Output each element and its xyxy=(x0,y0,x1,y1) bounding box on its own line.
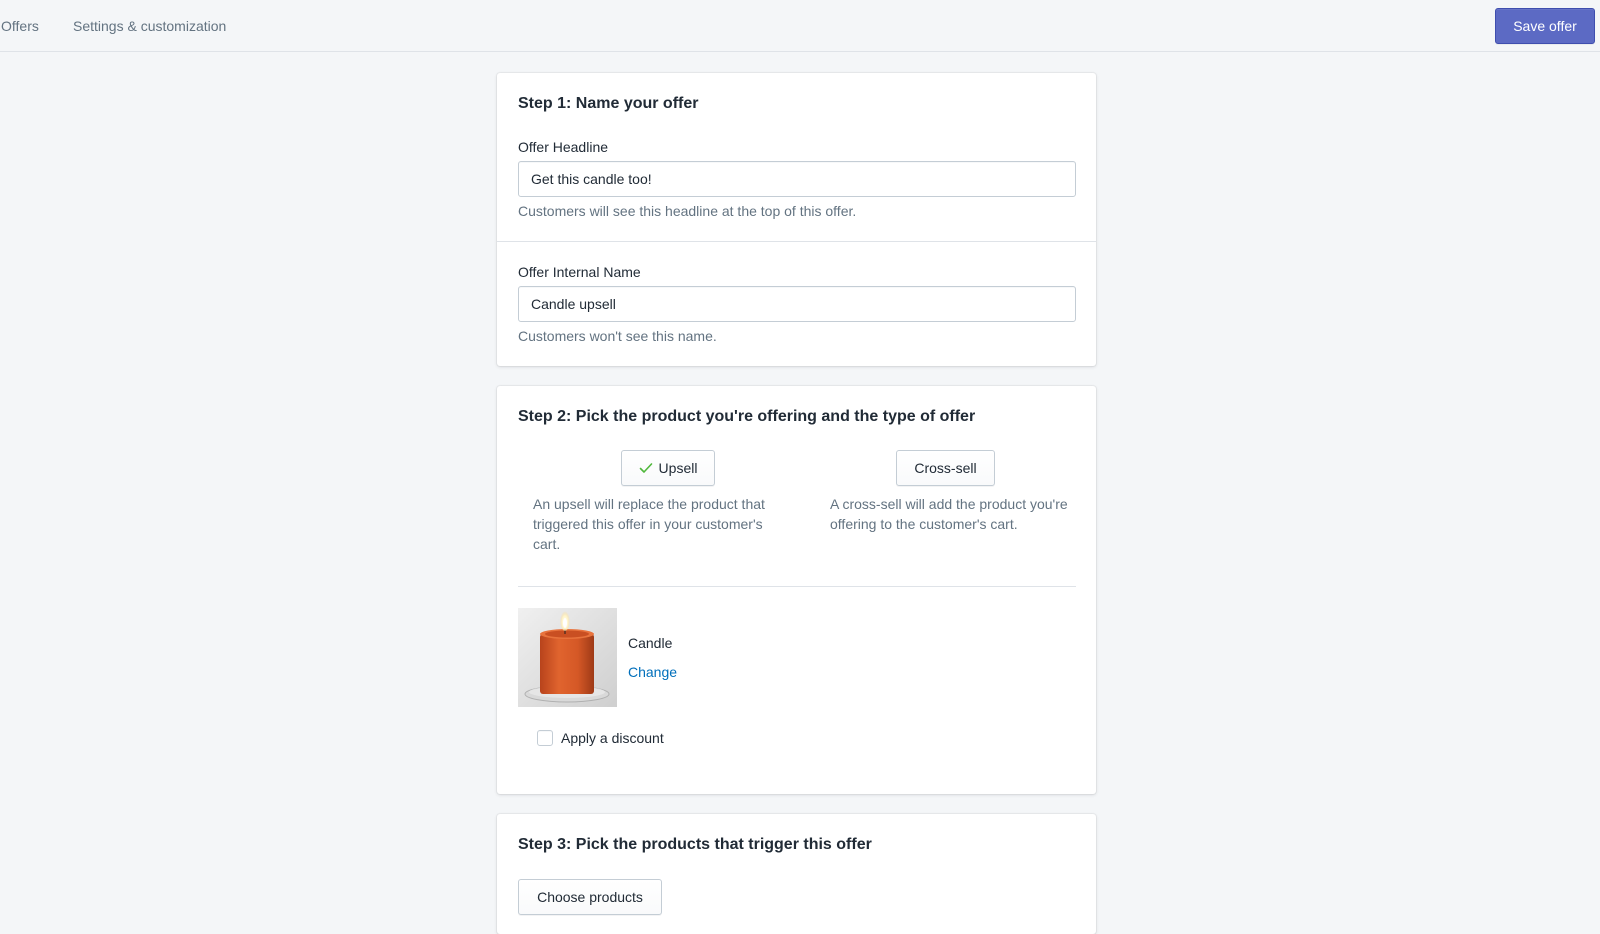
upsell-button[interactable]: Upsell xyxy=(621,450,715,486)
apply-discount-row: Apply a discount xyxy=(537,730,664,746)
crosssell-description: A cross-sell will add the product you're… xyxy=(830,496,1068,532)
step3-title: Step 3: Pick the products that trigger t… xyxy=(518,836,872,853)
offer-headline-label: Offer Headline xyxy=(518,139,609,155)
step2-title: Step 2: Pick the product you're offering… xyxy=(518,408,976,425)
upsell-button-label: Upsell xyxy=(658,460,698,476)
inner-divider xyxy=(518,586,1076,587)
top-bar: Offers Settings & customization Save off… xyxy=(0,0,1600,52)
step1-title: Step 1: Name your offer xyxy=(518,95,699,112)
apply-discount-label[interactable]: Apply a discount xyxy=(561,730,664,746)
step3-card: Step 3: Pick the products that trigger t… xyxy=(497,814,1096,934)
save-offer-button[interactable]: Save offer xyxy=(1495,8,1595,44)
offer-headline-input[interactable] xyxy=(518,161,1076,197)
nav-offers-link[interactable]: Offers xyxy=(1,18,39,34)
offer-internal-name-input[interactable] xyxy=(518,286,1076,322)
candle-image xyxy=(518,608,617,707)
choose-products-button[interactable]: Choose products xyxy=(518,879,662,915)
apply-discount-checkbox[interactable] xyxy=(537,730,553,746)
product-thumbnail xyxy=(518,608,617,707)
section-divider xyxy=(497,241,1096,242)
offer-internal-name-help: Customers won't see this name. xyxy=(518,328,717,344)
upsell-description: An upsell will replace the product that … xyxy=(533,496,765,552)
nav-settings-link[interactable]: Settings & customization xyxy=(73,18,226,34)
product-name: Candle xyxy=(628,635,673,651)
crosssell-button[interactable]: Cross-sell xyxy=(896,450,995,486)
step2-card: Step 2: Pick the product you're offering… xyxy=(497,386,1096,794)
step1-card: Step 1: Name your offer Offer Headline C… xyxy=(497,73,1096,366)
change-product-link[interactable]: Change xyxy=(628,664,677,680)
offer-headline-help: Customers will see this headline at the … xyxy=(518,203,857,219)
checkmark-icon xyxy=(639,461,653,475)
offer-internal-name-label: Offer Internal Name xyxy=(518,264,641,280)
